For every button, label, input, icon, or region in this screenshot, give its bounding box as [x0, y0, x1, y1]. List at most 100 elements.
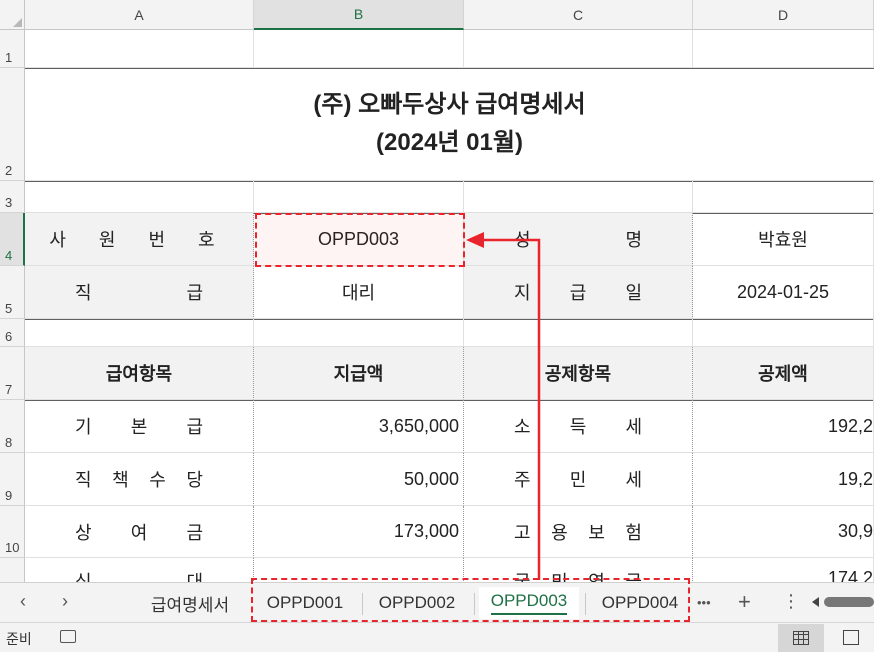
scrollbar-thumb[interactable]: [824, 597, 874, 607]
deduction-item-char: 소: [514, 417, 531, 437]
deduction-item-char: 고: [514, 522, 531, 543]
pay-item-char: 직: [75, 470, 92, 490]
deduction-amount-cell[interactable]: 19,2: [693, 453, 874, 506]
cell[interactable]: [254, 30, 464, 68]
rank-value[interactable]: 대리: [254, 266, 464, 319]
cell[interactable]: [254, 319, 464, 347]
rank-label[interactable]: 직 급: [25, 266, 254, 319]
pay-item-cell[interactable]: 직 책 수 당: [25, 453, 254, 506]
pay-item-char: 대: [186, 572, 203, 582]
deduction-amount-cell[interactable]: 30,9: [693, 506, 874, 558]
pay-item-cell[interactable]: 상 여 금: [25, 506, 254, 558]
pay-date-label-c: 일: [625, 283, 642, 303]
cell[interactable]: [464, 30, 693, 68]
name-label-a: 성: [514, 230, 531, 250]
row-header-5[interactable]: 5: [0, 266, 25, 319]
cell[interactable]: [693, 30, 874, 68]
deduction-item-char: 세: [625, 417, 642, 437]
pay-item-cell[interactable]: 기 본 급: [25, 400, 254, 453]
deduction-item-cell[interactable]: 소 득 세: [464, 400, 693, 453]
row-header-1[interactable]: 1: [0, 30, 25, 68]
column-header-a[interactable]: A: [25, 0, 254, 30]
cell[interactable]: [25, 30, 254, 68]
name-label-b: 명: [625, 230, 642, 250]
pay-item-char: 여: [130, 522, 148, 543]
header-pay-amount[interactable]: 지급액: [254, 347, 464, 400]
title-line-2: (2024년 01월): [376, 129, 523, 156]
page-layout-view-icon[interactable]: [843, 630, 859, 645]
status-bar: 준비: [0, 622, 874, 652]
pay-date-label-a: 지: [514, 283, 531, 303]
pay-date-value[interactable]: 2024-01-25: [693, 266, 874, 319]
row-header-11[interactable]: [0, 558, 25, 582]
pay-item-char: 본: [130, 417, 148, 437]
sheet-tab-oppd001[interactable]: OPPD001: [255, 587, 355, 619]
deduction-amount-cell[interactable]: 174,2: [693, 558, 874, 582]
pay-amount-cell[interactable]: [254, 558, 464, 582]
header-deduction-item[interactable]: 공제항목: [464, 347, 693, 400]
sheet-tab-payslip[interactable]: 급여명세서: [135, 587, 245, 619]
pay-item-char: 당: [186, 470, 203, 490]
deduction-item-char: 험: [625, 522, 642, 543]
sheet-tab-oppd003-label: OPPD003: [490, 591, 568, 615]
row-header-4[interactable]: 4: [0, 213, 25, 266]
deduction-item-char: 민: [569, 470, 587, 490]
row-header-6[interactable]: 6: [0, 319, 25, 347]
row-header-7[interactable]: 7: [0, 347, 25, 400]
deduction-amount-cell[interactable]: 192,2: [693, 400, 874, 453]
row-header-2[interactable]: 2: [0, 68, 25, 181]
employee-number-label[interactable]: 사 원 번 호: [25, 213, 254, 266]
pay-date-label[interactable]: 지 급 일: [464, 266, 693, 319]
deduction-item-char: 연: [588, 572, 605, 582]
header-pay-item[interactable]: 급여항목: [25, 347, 254, 400]
deduction-item-char: 민: [551, 572, 568, 582]
pay-amount-cell[interactable]: 50,000: [254, 453, 464, 506]
row-header-10[interactable]: 10: [0, 506, 25, 558]
horizontal-scrollbar[interactable]: [812, 595, 874, 609]
cell[interactable]: [693, 181, 874, 213]
pay-item-cell[interactable]: 식 대: [25, 558, 254, 582]
pay-item-char: 식: [75, 572, 92, 582]
next-sheet-button[interactable]: ›: [62, 591, 68, 612]
select-all-corner[interactable]: [0, 0, 25, 30]
sheet-tab-oppd002[interactable]: OPPD002: [367, 587, 467, 619]
deduction-item-cell[interactable]: 주 민 세: [464, 453, 693, 506]
deduction-item-cell[interactable]: 고 용 보 험: [464, 506, 693, 558]
row-header-8[interactable]: 8: [0, 400, 25, 453]
deduction-item-char: 주: [514, 470, 531, 490]
row-header-9[interactable]: 9: [0, 453, 25, 506]
accessibility-icon[interactable]: [60, 630, 76, 643]
cell[interactable]: [464, 181, 693, 213]
pay-item-char: 상: [75, 522, 92, 543]
prev-sheet-button[interactable]: ‹: [20, 591, 26, 612]
scroll-left-icon[interactable]: [812, 597, 819, 607]
column-header-b[interactable]: B: [254, 0, 464, 30]
pay-amount-cell[interactable]: 3,650,000: [254, 400, 464, 453]
deduction-item-char: 용: [551, 522, 568, 543]
pay-item-char: 기: [75, 417, 92, 437]
sheet-tab-oppd003[interactable]: OPPD003: [479, 587, 579, 619]
cell[interactable]: [254, 181, 464, 213]
deduction-item-char: 세: [625, 470, 642, 490]
deduction-item-cell[interactable]: 국 민 연 금: [464, 558, 693, 582]
name-value[interactable]: 박효원: [693, 213, 874, 266]
column-header-d[interactable]: D: [693, 0, 874, 30]
payslip-title[interactable]: (주) 오빠두상사 급여명세서 (2024년 01월): [25, 68, 874, 181]
normal-view-icon[interactable]: [778, 624, 824, 652]
cell[interactable]: [464, 319, 693, 347]
sheet-tab-oppd004[interactable]: OPPD004: [590, 587, 690, 619]
deduction-item-char: 보: [588, 522, 605, 543]
more-sheets-icon[interactable]: •••: [697, 595, 711, 610]
tab-options-icon[interactable]: ⋮: [782, 591, 800, 612]
pay-amount-cell[interactable]: 173,000: [254, 506, 464, 558]
cell[interactable]: [693, 319, 874, 347]
deduction-item-char: 금: [625, 572, 642, 582]
header-deduction-amount[interactable]: 공제액: [693, 347, 874, 400]
name-label[interactable]: 성 명: [464, 213, 693, 266]
cell[interactable]: [25, 181, 254, 213]
add-sheet-icon[interactable]: +: [738, 589, 751, 615]
worksheet-grid[interactable]: (주) 오빠두상사 급여명세서 (2024년 01월) 사 원 번 호 OPPD…: [25, 30, 874, 582]
column-header-c[interactable]: C: [464, 0, 693, 30]
row-header-3[interactable]: 3: [0, 181, 25, 213]
cell[interactable]: [25, 319, 254, 347]
